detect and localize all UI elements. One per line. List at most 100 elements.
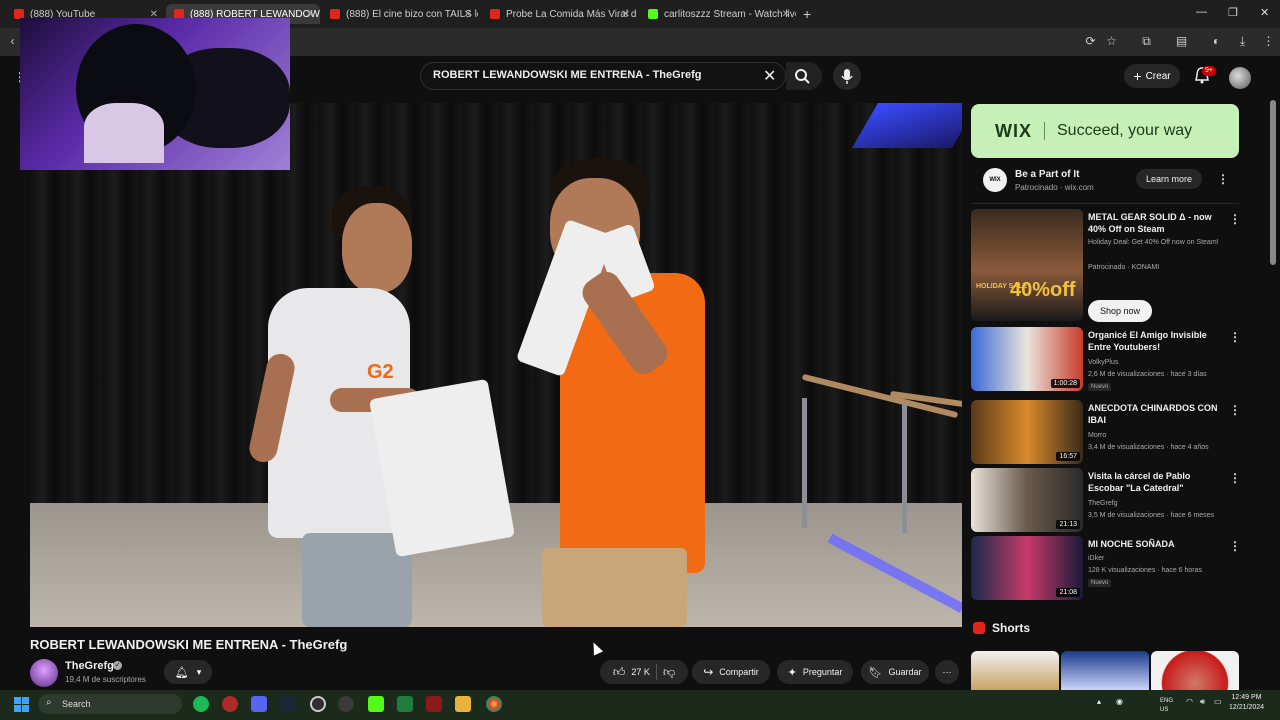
more-vertical-icon[interactable]: ⋮ bbox=[1229, 330, 1241, 344]
verified-check-icon: ✓ bbox=[113, 661, 122, 670]
file-explorer-icon[interactable] bbox=[455, 696, 471, 712]
recommendation-channel: TheGrefg bbox=[1088, 500, 1118, 507]
menu-dots-icon[interactable]: ⋮ bbox=[1262, 35, 1275, 48]
obs-icon[interactable] bbox=[310, 696, 326, 712]
back-icon[interactable]: ‹ bbox=[6, 35, 19, 48]
new-badge: Nuevo bbox=[1088, 383, 1112, 391]
recommendation-title[interactable]: Organicé El Amigo Invisible Entre Youtub… bbox=[1088, 329, 1228, 353]
puzzle-icon[interactable]: ⧉ bbox=[1140, 35, 1153, 48]
new-tab-icon[interactable]: + bbox=[803, 6, 811, 22]
recommendation-channel: Morro bbox=[1088, 432, 1107, 439]
tab-comida-video[interactable]: Probe La Comida Más Viral de ✕ bbox=[482, 4, 636, 24]
barre-post bbox=[902, 403, 907, 533]
close-icon[interactable]: ✕ bbox=[782, 9, 790, 20]
recommendation-title[interactable]: MI NOCHE SOÑADA bbox=[1088, 538, 1228, 550]
app-icon[interactable] bbox=[426, 696, 442, 712]
restore-icon[interactable]: ❐ bbox=[1228, 6, 1238, 19]
steam-icon[interactable] bbox=[280, 696, 296, 712]
more-vertical-icon[interactable]: ⋮ bbox=[1229, 471, 1241, 485]
more-vertical-icon[interactable]: ⋮ bbox=[1229, 539, 1241, 553]
more-actions-button[interactable]: ⋯ bbox=[935, 660, 959, 684]
clock-date: 12/21/2024 bbox=[1229, 704, 1265, 711]
battery-icon[interactable]: ▭ bbox=[1214, 697, 1222, 706]
recommendation-title[interactable]: Visita la cárcel de Pablo Escobar "La Ca… bbox=[1088, 470, 1228, 494]
voice-search-button[interactable] bbox=[833, 62, 861, 90]
minimize-icon[interactable]: — bbox=[1196, 6, 1207, 18]
video-player[interactable]: G2 bbox=[30, 103, 962, 627]
save-button[interactable]: 🔖︎ Guardar bbox=[861, 660, 929, 684]
ad-title[interactable]: Be a Part of It bbox=[1015, 169, 1079, 180]
recommendation-meta: Holiday Deal: Get 40% Off now on Steam! bbox=[1088, 239, 1219, 246]
short-thumbnail[interactable] bbox=[971, 651, 1059, 691]
volume-icon[interactable]: 🔊︎ bbox=[1200, 697, 1205, 707]
excel-icon[interactable] bbox=[397, 696, 413, 712]
video-thumbnail[interactable] bbox=[971, 209, 1083, 321]
app-icon[interactable] bbox=[222, 696, 238, 712]
thumbs-up-icon[interactable]: 👍︎ bbox=[613, 665, 626, 680]
bookmark-star-icon[interactable]: ☆ bbox=[1105, 35, 1118, 48]
divider bbox=[1044, 122, 1045, 140]
close-icon[interactable]: ✕ bbox=[306, 9, 314, 20]
shop-now-button[interactable]: Shop now bbox=[1088, 300, 1152, 322]
youtube-favicon-icon bbox=[490, 9, 500, 19]
wifi-icon[interactable]: ◠ bbox=[1186, 697, 1193, 706]
recommendation-title[interactable]: METAL GEAR SOLID Δ - now 40% Off on Stea… bbox=[1088, 211, 1228, 235]
more-horizontal-icon: ⋯ bbox=[942, 666, 952, 677]
wix-ad-banner[interactable]: WIX Succeed, your way bbox=[971, 104, 1239, 158]
subscribed-notification-button[interactable]: 🔔︎ ▾ bbox=[164, 660, 212, 684]
video-thumbnail[interactable]: 1:00:28 bbox=[971, 327, 1083, 391]
thumbs-down-icon[interactable]: 👎︎ bbox=[663, 665, 675, 680]
profile-icon[interactable]: ◐ bbox=[1210, 35, 1223, 48]
media-player-icon[interactable] bbox=[338, 696, 354, 712]
short-thumbnail[interactable] bbox=[1061, 651, 1149, 691]
tab-cine-video[interactable]: (888) El cine bizo con TAILS lo ✕ bbox=[322, 4, 478, 24]
taskbar-search-box[interactable] bbox=[38, 694, 182, 714]
kick-icon[interactable] bbox=[368, 696, 384, 712]
clear-search-icon[interactable]: ✕ bbox=[763, 66, 776, 86]
like-dislike-group: 👍︎ 27 K 👎︎ bbox=[600, 660, 688, 684]
video-thumbnail[interactable]: 16:57 bbox=[971, 400, 1083, 464]
close-icon[interactable]: ✕ bbox=[622, 9, 630, 20]
search-button[interactable] bbox=[786, 62, 822, 90]
close-icon[interactable]: ✕ bbox=[464, 9, 472, 20]
channel-name[interactable]: TheGrefg bbox=[65, 660, 114, 672]
extension-icon[interactable]: ⟳ bbox=[1084, 35, 1097, 48]
discord-icon[interactable] bbox=[251, 696, 267, 712]
video-thumbnail[interactable]: 21:13 bbox=[971, 468, 1083, 532]
chrome-icon[interactable] bbox=[486, 696, 502, 712]
tab-kick-stream[interactable]: carlitoszzz Stream - Watch live ✕ bbox=[640, 4, 796, 24]
tray-app-icon[interactable]: ◉ bbox=[1116, 697, 1123, 706]
learn-more-button[interactable]: Learn more bbox=[1136, 169, 1202, 189]
recommendation-meta: 2,6 M de visualizaciones · hace 3 días bbox=[1088, 371, 1207, 378]
ad-sponsor: Patrocinado · wix.com bbox=[1015, 183, 1094, 192]
more-vertical-icon[interactable]: ⋮ bbox=[1229, 403, 1241, 417]
ask-button[interactable]: ✦ Preguntar bbox=[777, 660, 853, 684]
spotify-icon[interactable] bbox=[193, 696, 209, 712]
account-avatar[interactable] bbox=[1229, 67, 1251, 89]
windows-start-icon[interactable] bbox=[14, 697, 29, 712]
like-count[interactable]: 27 K bbox=[631, 667, 650, 677]
downloads-icon[interactable]: ⤓ bbox=[1236, 35, 1249, 48]
sidebar-icon[interactable]: ▤ bbox=[1175, 35, 1188, 48]
bookmark-icon: 🔖︎ bbox=[868, 666, 883, 679]
channel-avatar[interactable] bbox=[30, 659, 58, 687]
system-clock[interactable]: 12:49 PM 12/21/2024 bbox=[1229, 693, 1264, 713]
more-vertical-icon[interactable]: ⋮ bbox=[1217, 172, 1229, 186]
duration-badge: 21:13 bbox=[1056, 520, 1080, 529]
keyboard-language[interactable]: ENG US bbox=[1160, 697, 1173, 715]
page-scrollbar[interactable] bbox=[1270, 100, 1276, 265]
save-label: Guardar bbox=[888, 667, 922, 677]
tab-label: (888) El cine bizo con TAILS lo bbox=[346, 8, 478, 20]
video-thumbnail[interactable]: 21:08 bbox=[971, 536, 1083, 600]
create-label: Crear bbox=[1145, 70, 1171, 82]
more-vertical-icon[interactable]: ⋮ bbox=[1229, 212, 1241, 226]
sale-discount: 40%off bbox=[1010, 279, 1076, 301]
window-close-icon[interactable]: ✕ bbox=[1260, 6, 1269, 19]
wix-ad-icon: WIX bbox=[983, 168, 1007, 192]
tray-chevron-icon[interactable]: ▴ bbox=[1097, 697, 1101, 706]
short-thumbnail[interactable] bbox=[1151, 651, 1239, 691]
recommendation-title[interactable]: ANECDOTA CHINARDOS CON IBAI bbox=[1088, 402, 1228, 426]
share-button[interactable]: ↪ Compartir bbox=[692, 660, 770, 684]
recommendation-channel: VolkyPlus bbox=[1088, 359, 1119, 366]
create-button[interactable]: + Crear bbox=[1124, 64, 1180, 88]
